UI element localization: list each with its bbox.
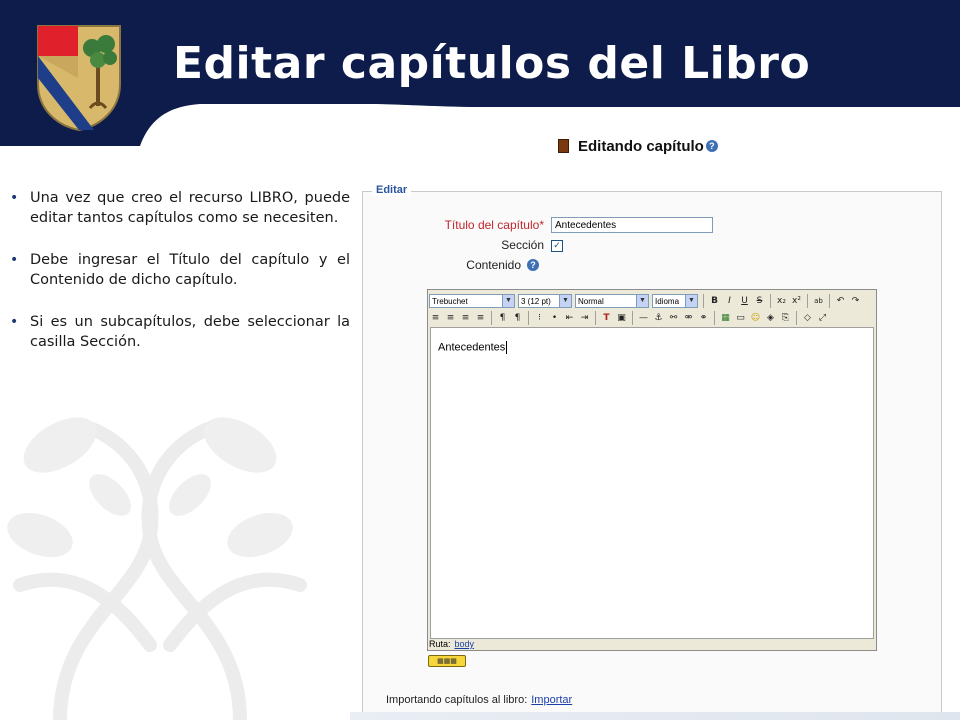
toolbar-separator [491, 311, 492, 325]
indent-icon[interactable]: ⇥ [578, 312, 591, 325]
italic-button[interactable]: I [723, 295, 736, 308]
undo-button[interactable]: ↶ [834, 295, 847, 308]
toolbar-separator [829, 294, 830, 308]
text-color-icon[interactable]: T [600, 312, 613, 325]
table-icon[interactable]: ▭ [734, 312, 747, 325]
form-legend: Editar [372, 184, 412, 196]
toolbar-row-1: Trebuchet ▼ 3 (12 pt) ▼ Normal ▼ Idioma ▼ B … [429, 292, 864, 310]
subscript-button[interactable]: x₂ [775, 295, 788, 308]
chevron-down-icon: ▼ [502, 295, 514, 307]
toolbar-separator [595, 311, 596, 325]
editing-chapter-heading: Editando capítulo ? [558, 136, 718, 156]
text-caret [506, 341, 508, 354]
clean-word-button[interactable]: ab [812, 295, 825, 308]
align-left-icon[interactable]: ≡ [429, 312, 442, 325]
editor-path-bar: Ruta: body [429, 639, 475, 649]
nolink-icon[interactable]: ⚭ [697, 312, 710, 325]
content-help-icon[interactable]: ? [527, 259, 539, 271]
toolbar-separator [703, 294, 704, 308]
chevron-down-icon: ▼ [685, 295, 697, 307]
ltr-icon[interactable]: ¶ [496, 312, 509, 325]
help-icon[interactable]: ? [705, 140, 718, 152]
chevron-down-icon: ▼ [559, 295, 571, 307]
smiley-icon[interactable]: ☺ [749, 312, 762, 325]
bold-button[interactable]: B [708, 295, 721, 308]
slide-title: Editar capítulos del Libro [173, 38, 811, 89]
image-icon[interactable]: ▦ [719, 312, 732, 325]
fullscreen-icon[interactable]: ⤢ [816, 312, 829, 325]
toolbar-separator [796, 311, 797, 325]
chapter-title-input[interactable]: Antecedentes [551, 217, 713, 233]
bottom-bar [350, 712, 960, 720]
editor-text: Antecedentes [438, 341, 508, 354]
content-label: Contenido [466, 258, 521, 272]
coat-of-arms-icon [37, 25, 121, 132]
background-color-icon[interactable]: ▣ [615, 312, 628, 325]
horizontal-rule-icon[interactable]: — [637, 312, 650, 325]
redo-button[interactable]: ↷ [849, 295, 862, 308]
bullet-item: • Una vez que creo el recurso LIBRO, pued… [10, 190, 350, 226]
outdent-icon[interactable]: ⇤ [563, 312, 576, 325]
section-checkbox[interactable]: ✓ [551, 240, 563, 252]
bullet-marker: • [10, 314, 19, 330]
toolbar-separator [770, 294, 771, 308]
section-label: Sección [501, 238, 544, 252]
size-select[interactable]: 3 (12 pt) ▼ [518, 294, 572, 308]
ordered-list-icon[interactable]: ⁝ [533, 312, 546, 325]
format-select[interactable]: Normal ▼ [575, 294, 649, 308]
import-chapters-row: Importando capítulos al libro: Importar [386, 694, 573, 706]
search-replace-icon[interactable]: ⎘ [779, 312, 792, 325]
import-link[interactable]: Importar [531, 694, 572, 706]
underline-button[interactable]: U [738, 295, 751, 308]
bullet-marker: • [10, 252, 19, 268]
editor-content-area[interactable]: Antecedentes [430, 327, 874, 639]
bullet-item: • Si es un subcapítulos, debe seleccionar… [10, 314, 350, 350]
chevron-down-icon: ▼ [636, 295, 648, 307]
rtl-icon[interactable]: ¶ [511, 312, 524, 325]
path-body-link[interactable]: body [455, 639, 475, 649]
link-icon[interactable]: ⚯ [667, 312, 680, 325]
align-center-icon[interactable]: ≡ [444, 312, 457, 325]
bullet-item: • Debe ingresar el Título del capítulo y … [10, 252, 350, 288]
unlink-icon[interactable]: ⚮ [682, 312, 695, 325]
toolbar-separator [632, 311, 633, 325]
resize-editor-button[interactable]: ▦▦▦ [428, 655, 466, 667]
html-source-icon[interactable]: ◇ [801, 312, 814, 325]
html-editor: Trebuchet ▼ 3 (12 pt) ▼ Normal ▼ Idioma ▼ B … [427, 289, 877, 651]
align-right-icon[interactable]: ≡ [459, 312, 472, 325]
anchor-icon[interactable]: ⚓ [652, 312, 665, 325]
toolbar-separator [528, 311, 529, 325]
unordered-list-icon[interactable]: • [548, 312, 561, 325]
justify-icon[interactable]: ≡ [474, 312, 487, 325]
font-select[interactable]: Trebuchet ▼ [429, 294, 515, 308]
bullet-list: • Una vez que creo el recurso LIBRO, pued… [10, 188, 350, 374]
slide-header: Editar capítulos del Libro [0, 0, 960, 150]
superscript-button[interactable]: x² [790, 295, 803, 308]
toolbar-row-2: ≡ ≡ ≡ ≡ ¶ ¶ ⁝ • ⇤ ⇥ T ▣ — ⚓ ⚯ ⚮ ⚭ ▦ ▭ ☺ … [429, 309, 831, 327]
title-label: Título del capítulo* [444, 218, 544, 232]
toolbar-separator [714, 311, 715, 325]
special-char-icon[interactable]: ◈ [764, 312, 777, 325]
ornament-background [7, 417, 307, 720]
language-select[interactable]: Idioma ▼ [652, 294, 698, 308]
book-icon [558, 139, 569, 153]
strikethrough-button[interactable]: S [753, 295, 766, 308]
bullet-marker: • [10, 190, 19, 206]
toolbar-separator [807, 294, 808, 308]
